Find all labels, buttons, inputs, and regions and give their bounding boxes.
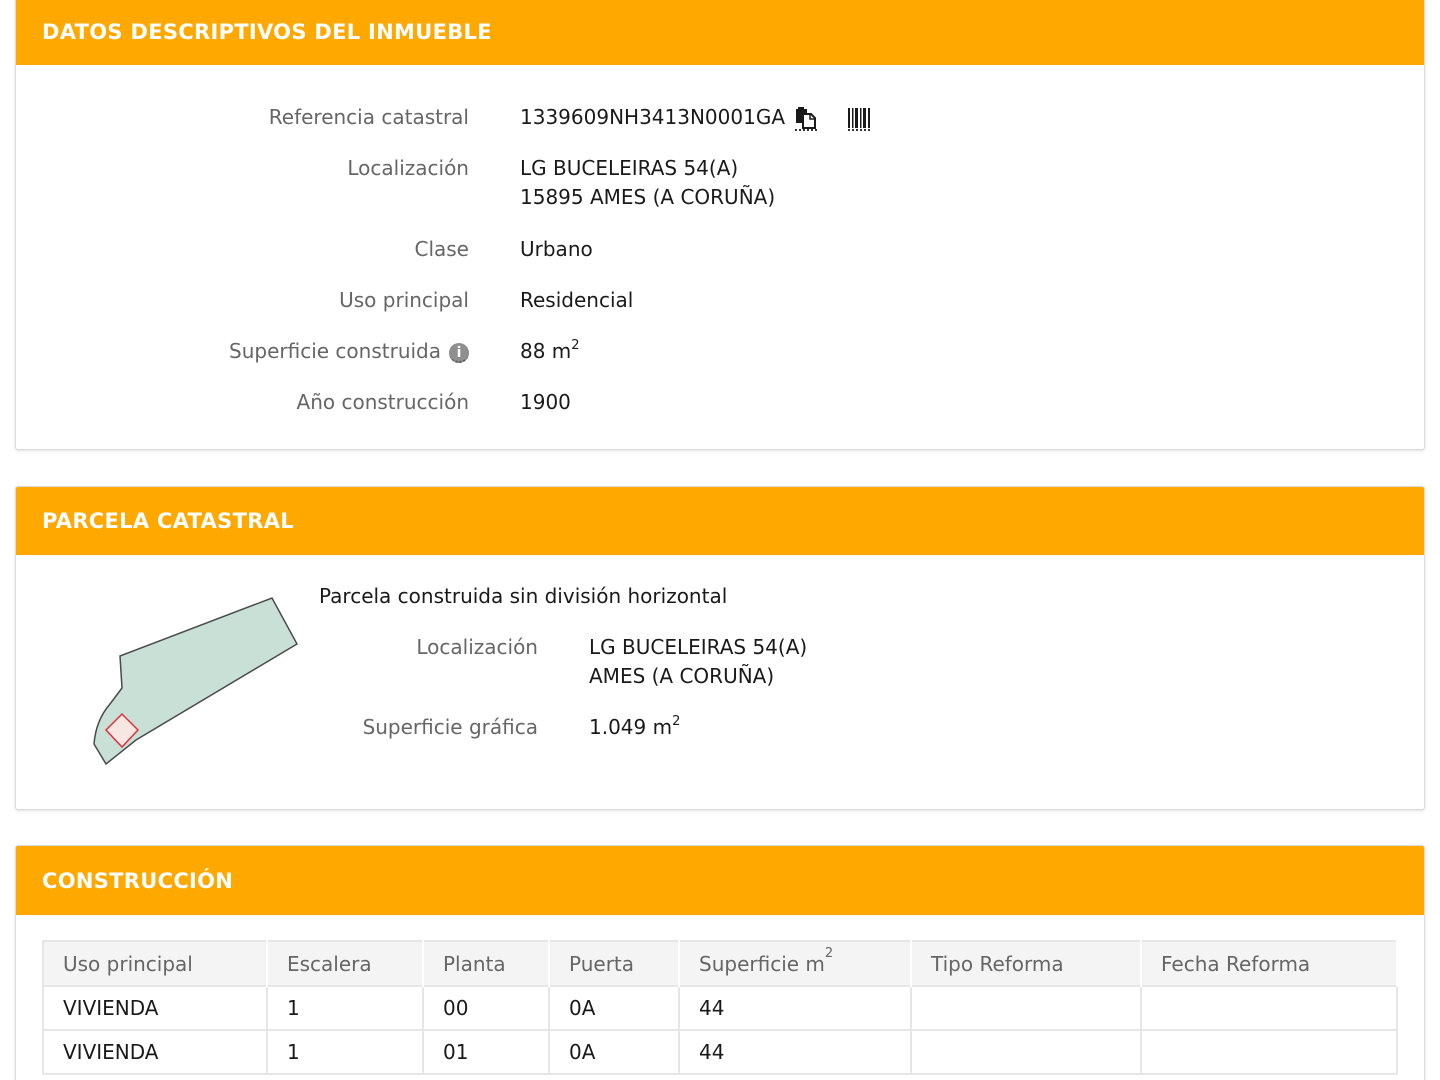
ref-catastral-value: 1339609NH3413N0001GA	[520, 105, 786, 129]
panel-title: CONSTRUCCIÓN	[42, 868, 234, 893]
localizacion-line2: 15895 AMES (A CORUÑA)	[520, 185, 776, 209]
cell-fecha-reforma	[1141, 985, 1398, 1030]
anio-label: Año construcción	[296, 390, 469, 414]
col-uso-principal: Uso principal	[43, 941, 268, 986]
parcela-superficie-label: Superficie gráfica	[362, 715, 538, 739]
cell-puerta: 0A	[549, 1029, 680, 1074]
cell-planta: 01	[423, 1029, 550, 1074]
parcela-superficie-exp: 2	[672, 714, 681, 729]
cell-escalera: 1	[267, 1029, 424, 1074]
cell-tipo-reforma	[911, 985, 1142, 1030]
uso-value: Residencial	[520, 288, 634, 312]
col-superficie: Superficie m2	[679, 941, 912, 986]
construccion-header: CONSTRUCCIÓN	[16, 846, 1424, 915]
col-puerta: Puerta	[549, 941, 680, 986]
superficie-exp: 2	[571, 338, 580, 353]
parcel-map[interactable]	[86, 592, 306, 772]
superficie-value: 88 m	[520, 339, 572, 363]
col-escalera: Escalera	[267, 941, 424, 986]
parcela-subtitle: Parcela construida sin división horizont…	[319, 584, 728, 608]
panel-title: DATOS DESCRIPTIVOS DEL INMUEBLE	[42, 20, 492, 44]
info-icon[interactable]: i	[449, 342, 469, 363]
cell-uso: VIVIENDA	[43, 985, 268, 1030]
cell-fecha-reforma	[1141, 1029, 1398, 1074]
construccion-table: Uso principal Escalera Planta Puerta Sup…	[42, 940, 1398, 1075]
table-header-row: Uso principal Escalera Planta Puerta Sup…	[43, 941, 1398, 986]
cell-planta: 00	[423, 985, 550, 1030]
parcela-header: PARCELA CATASTRAL	[16, 487, 1424, 555]
clase-value: Urbano	[520, 237, 593, 261]
col-fecha-reforma: Fecha Reforma	[1141, 941, 1398, 986]
cell-escalera: 1	[267, 985, 424, 1030]
localizacion-label: Localización	[347, 156, 469, 180]
barcode-icon[interactable]	[847, 107, 870, 131]
superficie-label: Superficie construida	[229, 339, 441, 363]
parcela-localizacion-line2: AMES (A CORUÑA)	[589, 664, 775, 688]
col-planta: Planta	[423, 941, 550, 986]
parcela-panel: PARCELA CATASTRAL Parcela construida sin…	[15, 486, 1425, 810]
parcela-localizacion-label: Localización	[416, 635, 538, 659]
ref-catastral-label: Referencia catastral	[268, 105, 469, 129]
construccion-panel: CONSTRUCCIÓN Uso principal Escalera Plan…	[15, 845, 1425, 1080]
localizacion-line1: LG BUCELEIRAS 54(A)	[520, 156, 739, 180]
panel-title: PARCELA CATASTRAL	[42, 509, 294, 533]
cell-tipo-reforma	[911, 1029, 1142, 1074]
parcela-localizacion-line1: LG BUCELEIRAS 54(A)	[589, 635, 808, 659]
anio-value: 1900	[520, 390, 571, 414]
datos-descriptivos-panel: DATOS DESCRIPTIVOS DEL INMUEBLE Referenc…	[15, 0, 1425, 450]
datos-descriptivos-header: DATOS DESCRIPTIVOS DEL INMUEBLE	[16, 0, 1424, 65]
parcela-superficie-value: 1.049 m	[589, 715, 673, 739]
cell-superficie: 44	[679, 1029, 912, 1074]
clase-label: Clase	[414, 237, 469, 261]
col-tipo-reforma: Tipo Reforma	[911, 941, 1142, 986]
cell-uso: VIVIENDA	[43, 1029, 268, 1074]
cell-superficie: 44	[679, 985, 912, 1030]
cell-puerta: 0A	[549, 985, 680, 1030]
uso-label: Uso principal	[339, 288, 469, 312]
table-row: VIVIENDA 1 00 0A 44	[43, 985, 1398, 1030]
copy-icon[interactable]	[795, 106, 818, 131]
table-row: VIVIENDA 1 01 0A 44	[43, 1029, 1398, 1074]
